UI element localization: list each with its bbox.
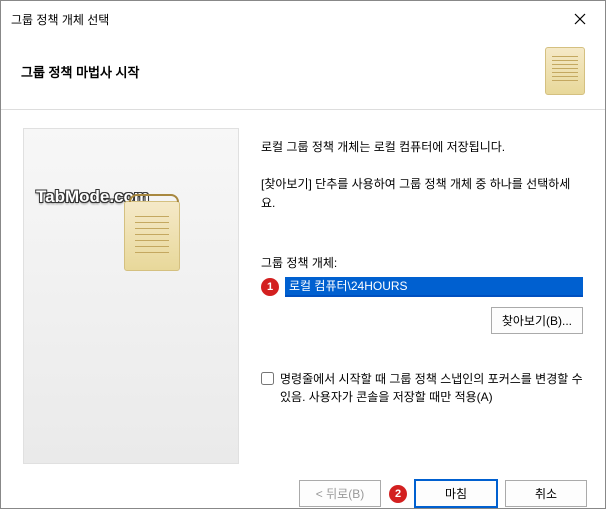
back-button[interactable]: < 뒤로(B) xyxy=(299,480,381,507)
browse-button[interactable]: 찾아보기(B)... xyxy=(491,307,583,334)
focus-checkbox-label: 명령줄에서 시작할 때 그룹 정책 스냅인의 포커스를 변경할 수 있음. 사용… xyxy=(280,370,583,406)
document-scroll-icon xyxy=(124,201,180,271)
gpo-input-row: 1 xyxy=(261,277,583,297)
focus-checkbox-row: 명령줄에서 시작할 때 그룹 정책 스냅인의 포커스를 변경할 수 있음. 사용… xyxy=(261,370,583,406)
dialog-window: 그룹 정책 개체 선택 그룹 정책 마법사 시작 TabMode.com 로컬 … xyxy=(0,0,606,509)
wizard-sidebar: TabMode.com xyxy=(23,128,239,464)
document-scroll-icon xyxy=(545,47,585,95)
wizard-title: 그룹 정책 마법사 시작 xyxy=(21,62,545,81)
window-title: 그룹 정책 개체 선택 xyxy=(11,11,565,28)
description-text-1: 로컬 그룹 정책 개체는 로컬 컴퓨터에 저장됩니다. xyxy=(261,138,583,157)
close-button[interactable] xyxy=(565,7,595,31)
titlebar: 그룹 정책 개체 선택 xyxy=(1,1,605,37)
wizard-footer: < 뒤로(B) 2 마침 취소 xyxy=(1,470,605,521)
annotation-step-2: 2 xyxy=(389,485,407,503)
finish-button[interactable]: 마침 xyxy=(415,480,497,507)
gpo-field-label: 그룹 정책 개체: xyxy=(261,254,583,271)
annotation-step-1: 1 xyxy=(261,278,279,296)
wizard-content: TabMode.com 로컬 그룹 정책 개체는 로컬 컴퓨터에 저장됩니다. … xyxy=(1,110,605,470)
wizard-header: 그룹 정책 마법사 시작 xyxy=(1,37,605,110)
cancel-button[interactable]: 취소 xyxy=(505,480,587,507)
browse-row: 찾아보기(B)... xyxy=(261,307,583,334)
focus-checkbox[interactable] xyxy=(261,372,274,385)
close-icon xyxy=(574,13,586,25)
wizard-main: 로컬 그룹 정책 개체는 로컬 컴퓨터에 저장됩니다. [찾아보기] 단추를 사… xyxy=(239,110,605,470)
description-text-2: [찾아보기] 단추를 사용하여 그룹 정책 개체 중 하나를 선택하세요. xyxy=(261,175,583,213)
gpo-input[interactable] xyxy=(285,277,583,297)
